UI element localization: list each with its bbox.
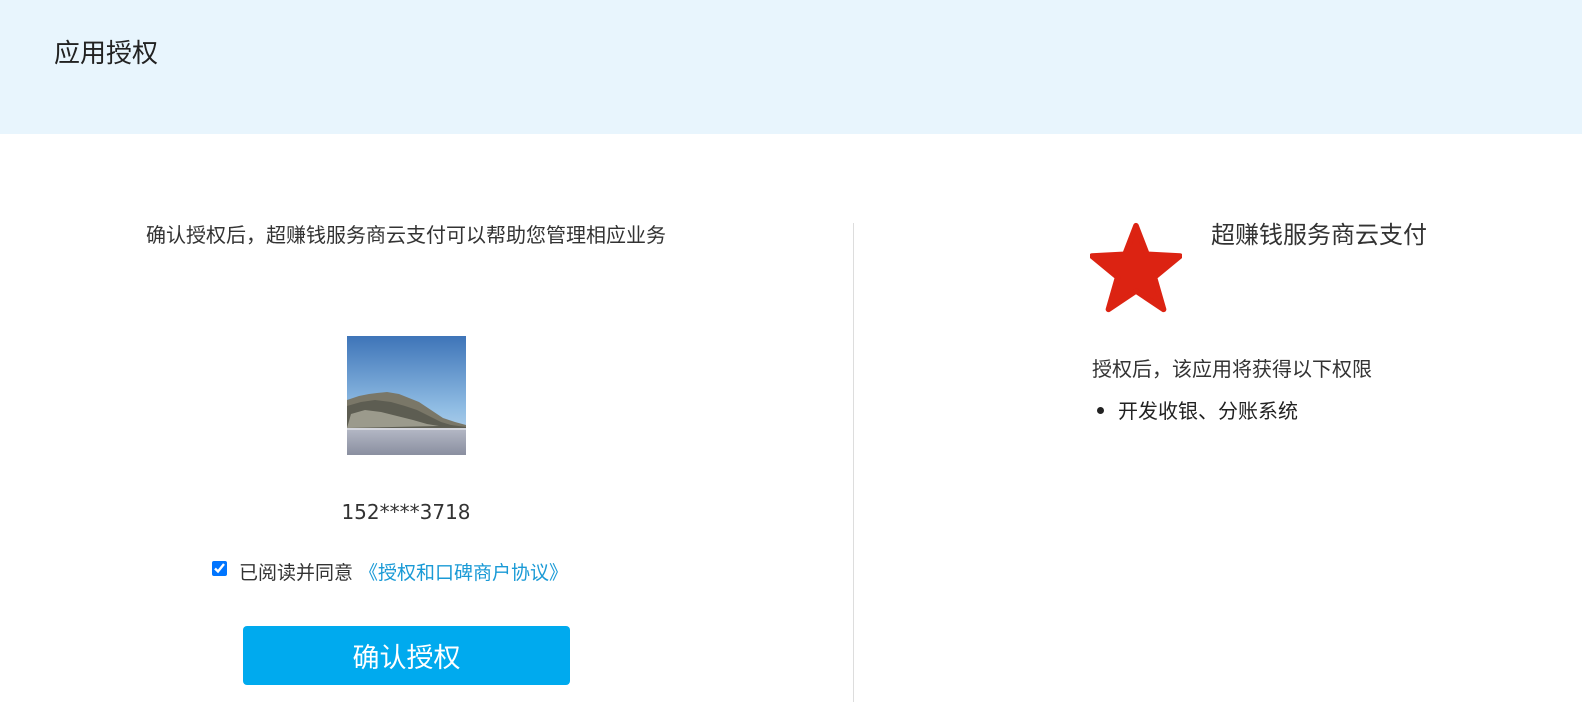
agreement-prefix: 已阅读并同意 <box>239 561 354 584</box>
account-phone: 152****3718 <box>341 500 471 524</box>
app-name: 超赚钱服务商云支付 <box>1211 221 1427 249</box>
confirm-authorization-button[interactable]: 确认授权 <box>243 626 570 685</box>
user-avatar <box>347 336 466 455</box>
permissions-list: 开发收银、分账系统 <box>1092 396 1298 426</box>
permissions-title: 授权后，该应用将获得以下权限 <box>1092 357 1372 381</box>
red-star-icon <box>1090 222 1182 313</box>
vertical-divider <box>853 223 854 702</box>
agreement-link[interactable]: 《授权和口碑商户协议》 <box>359 558 568 585</box>
agreement-checkbox[interactable] <box>212 560 227 576</box>
agreement-row: 已阅读并同意 《授权和口碑商户协议》 <box>212 556 568 586</box>
page-title: 应用授权 <box>54 39 159 69</box>
authorization-intro: 确认授权后，超赚钱服务商云支付可以帮助您管理相应业务 <box>146 223 666 247</box>
header-bar: 应用授权 <box>0 0 1582 134</box>
permission-item: 开发收银、分账系统 <box>1092 396 1298 426</box>
